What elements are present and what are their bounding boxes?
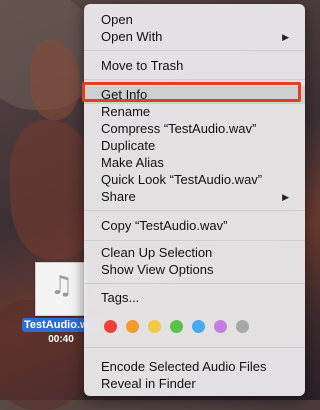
menu-item-share[interactable]: Share ▶ [84, 189, 305, 205]
menu-item-reveal-in-finder[interactable]: Reveal in Finder [84, 376, 305, 392]
menu-separator [84, 50, 305, 51]
menu-item-label: Encode Selected Audio Files [101, 359, 267, 374]
menu-item-label: Tags... [101, 290, 140, 305]
menu-item-label: Open With [101, 29, 163, 44]
menu-item-show-view-options[interactable]: Show View Options [84, 262, 305, 278]
menu-item-quick-look[interactable]: Quick Look “TestAudio.wav” [84, 172, 305, 188]
menu-item-label: Make Alias [101, 155, 164, 170]
menu-item-label: Copy “TestAudio.wav” [101, 218, 228, 233]
context-menu: Open Open With ▶ Move to Trash Get Info R… [84, 4, 305, 396]
menu-item-make-alias[interactable]: Make Alias [84, 155, 305, 171]
tag-blue-dot[interactable] [192, 320, 205, 333]
menu-item-move-to-trash[interactable]: Move to Trash [84, 58, 305, 74]
menu-item-label: Open [101, 12, 133, 27]
tag-orange-dot[interactable] [126, 320, 139, 333]
menu-item-label: Rename [101, 104, 151, 119]
tag-red-dot[interactable] [104, 320, 117, 333]
menu-item-open-with[interactable]: Open With ▶ [84, 29, 305, 45]
menu-item-label: Move to Trash [101, 58, 184, 73]
menu-item-label: Reveal in Finder [101, 376, 196, 391]
audio-file-icon: ♫ [35, 262, 87, 316]
tag-green-dot[interactable] [170, 320, 183, 333]
tag-yellow-dot[interactable] [148, 320, 161, 333]
menu-item-clean-up-selection[interactable]: Clean Up Selection [84, 245, 305, 261]
menu-item-label: Quick Look “TestAudio.wav” [101, 172, 263, 187]
menu-separator [84, 240, 305, 241]
menu-separator [84, 79, 305, 80]
music-note-icon: ♫ [50, 271, 74, 301]
menu-item-copy[interactable]: Copy “TestAudio.wav” [84, 218, 305, 234]
menu-item-rename[interactable]: Rename [84, 104, 305, 120]
submenu-arrow-icon: ▶ [282, 192, 289, 202]
submenu-arrow-icon: ▶ [282, 32, 289, 42]
menu-separator [84, 347, 305, 348]
menu-item-label: Clean Up Selection [101, 245, 213, 260]
menu-item-label: Duplicate [101, 138, 156, 153]
tag-gray-dot[interactable] [236, 320, 249, 333]
menu-item-label: Share [101, 189, 136, 204]
menu-item-compress[interactable]: Compress “TestAudio.wav” [84, 121, 305, 137]
menu-separator [84, 283, 305, 284]
menu-item-label: Show View Options [101, 262, 214, 277]
menu-item-duplicate[interactable]: Duplicate [84, 138, 305, 154]
tag-purple-dot[interactable] [214, 320, 227, 333]
menu-item-open[interactable]: Open [84, 12, 305, 28]
menu-item-label: Compress “TestAudio.wav” [101, 121, 257, 136]
get-info-highlight-box [82, 82, 301, 102]
menu-separator [84, 210, 305, 211]
menu-item-tags[interactable]: Tags... [84, 290, 305, 306]
menu-item-encode-audio[interactable]: Encode Selected Audio Files [84, 359, 305, 375]
